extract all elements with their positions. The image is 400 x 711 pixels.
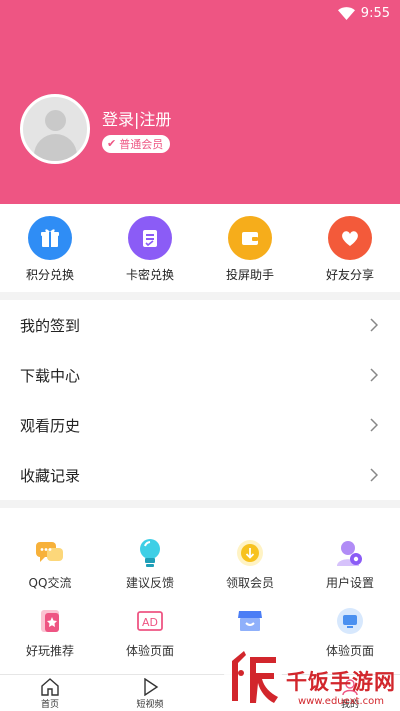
menu-item-label: 收藏记录 xyxy=(20,466,81,485)
menu-list: 我的签到 下载中心 观看历史 收藏记录 xyxy=(0,300,400,500)
service-label: 建议反馈 xyxy=(125,576,174,590)
heart-icon xyxy=(328,216,372,260)
wifi-icon xyxy=(337,6,355,20)
menu-item-label: 下载中心 xyxy=(20,366,81,385)
service-qq-group[interactable]: QQ交流 xyxy=(0,538,100,596)
menu-item-checkin[interactable]: 我的签到 xyxy=(0,300,400,350)
watermark-logo xyxy=(224,648,282,706)
service-user-settings[interactable]: 用户设置 xyxy=(300,538,400,596)
service-feedback[interactable]: 建议反馈 xyxy=(100,538,200,596)
tab-label: 短视频 xyxy=(136,700,164,710)
play-icon xyxy=(144,678,159,696)
tab-home[interactable]: 首页 xyxy=(0,675,100,711)
quick-item-points-exchange[interactable]: 积分兑换 xyxy=(0,204,100,292)
watermark-brand: 千饭手游网 xyxy=(286,670,396,694)
service-ad-page[interactable]: AD 体验页面 xyxy=(100,606,200,684)
card-icon xyxy=(128,216,172,260)
service-recommend[interactable]: 好玩推荐 xyxy=(0,606,100,684)
menu-item-history[interactable]: 观看历史 xyxy=(0,400,400,450)
home-icon xyxy=(41,678,59,696)
chat-bubbles-icon xyxy=(35,538,65,568)
site-watermark: 千饭手游网 www.eduext.com xyxy=(222,643,396,709)
gift-icon xyxy=(28,216,72,260)
service-label: 领取会员 xyxy=(225,576,274,590)
tab-label: 首页 xyxy=(40,700,59,710)
chevron-right-icon xyxy=(370,468,378,482)
check-v-icon: ✔ xyxy=(107,137,117,150)
ad-icon: AD xyxy=(135,606,165,636)
quick-item-label: 卡密兑换 xyxy=(125,268,174,282)
wallet-icon xyxy=(228,216,272,260)
service-label: QQ交流 xyxy=(28,576,72,590)
quick-item-label: 好友分享 xyxy=(325,268,374,282)
menu-item-favorites[interactable]: 收藏记录 xyxy=(0,450,400,500)
watermark-url: www.eduext.com xyxy=(298,696,384,707)
shop-icon xyxy=(235,606,265,636)
service-label: 好玩推荐 xyxy=(25,644,74,658)
chevron-right-icon xyxy=(370,418,378,432)
chevron-right-icon xyxy=(370,318,378,332)
star-card-icon xyxy=(35,606,65,636)
svg-text:AD: AD xyxy=(142,616,158,629)
chevron-right-icon xyxy=(370,368,378,382)
monitor-icon xyxy=(335,606,365,636)
status-bar: 9:55 xyxy=(337,4,390,22)
status-time: 9:55 xyxy=(360,5,390,21)
quick-item-label: 积分兑换 xyxy=(25,268,74,282)
quick-item-card-exchange[interactable]: 卡密兑换 xyxy=(100,204,200,292)
avatar[interactable] xyxy=(20,94,90,164)
profile-block[interactable]: 登录|注册 ✔ 普通会员 xyxy=(20,94,171,164)
menu-item-downloads[interactable]: 下载中心 xyxy=(0,350,400,400)
membership-badge: ✔ 普通会员 xyxy=(102,134,171,153)
user-settings-icon xyxy=(335,538,365,568)
menu-item-label: 观看历史 xyxy=(20,416,81,435)
tab-short-video[interactable]: 短视频 xyxy=(100,675,200,711)
profile-header: 9:55 登录|注册 ✔ 普通会员 xyxy=(0,0,400,204)
quick-actions: 积分兑换 卡密兑换 投屏助手 好友分享 xyxy=(0,204,400,292)
quick-item-share[interactable]: 好友分享 xyxy=(300,204,400,292)
menu-item-label: 我的签到 xyxy=(20,316,81,335)
coin-icon xyxy=(235,538,265,568)
service-claim-membership[interactable]: 领取会员 xyxy=(200,538,300,596)
lightbulb-icon xyxy=(135,538,165,568)
service-label: 用户设置 xyxy=(325,576,374,590)
quick-item-cast-assistant[interactable]: 投屏助手 xyxy=(200,204,300,292)
login-register-link[interactable]: 登录|注册 xyxy=(102,106,171,130)
quick-item-label: 投屏助手 xyxy=(225,268,274,282)
service-label: 体验页面 xyxy=(125,644,174,658)
membership-label: 普通会员 xyxy=(119,137,164,151)
